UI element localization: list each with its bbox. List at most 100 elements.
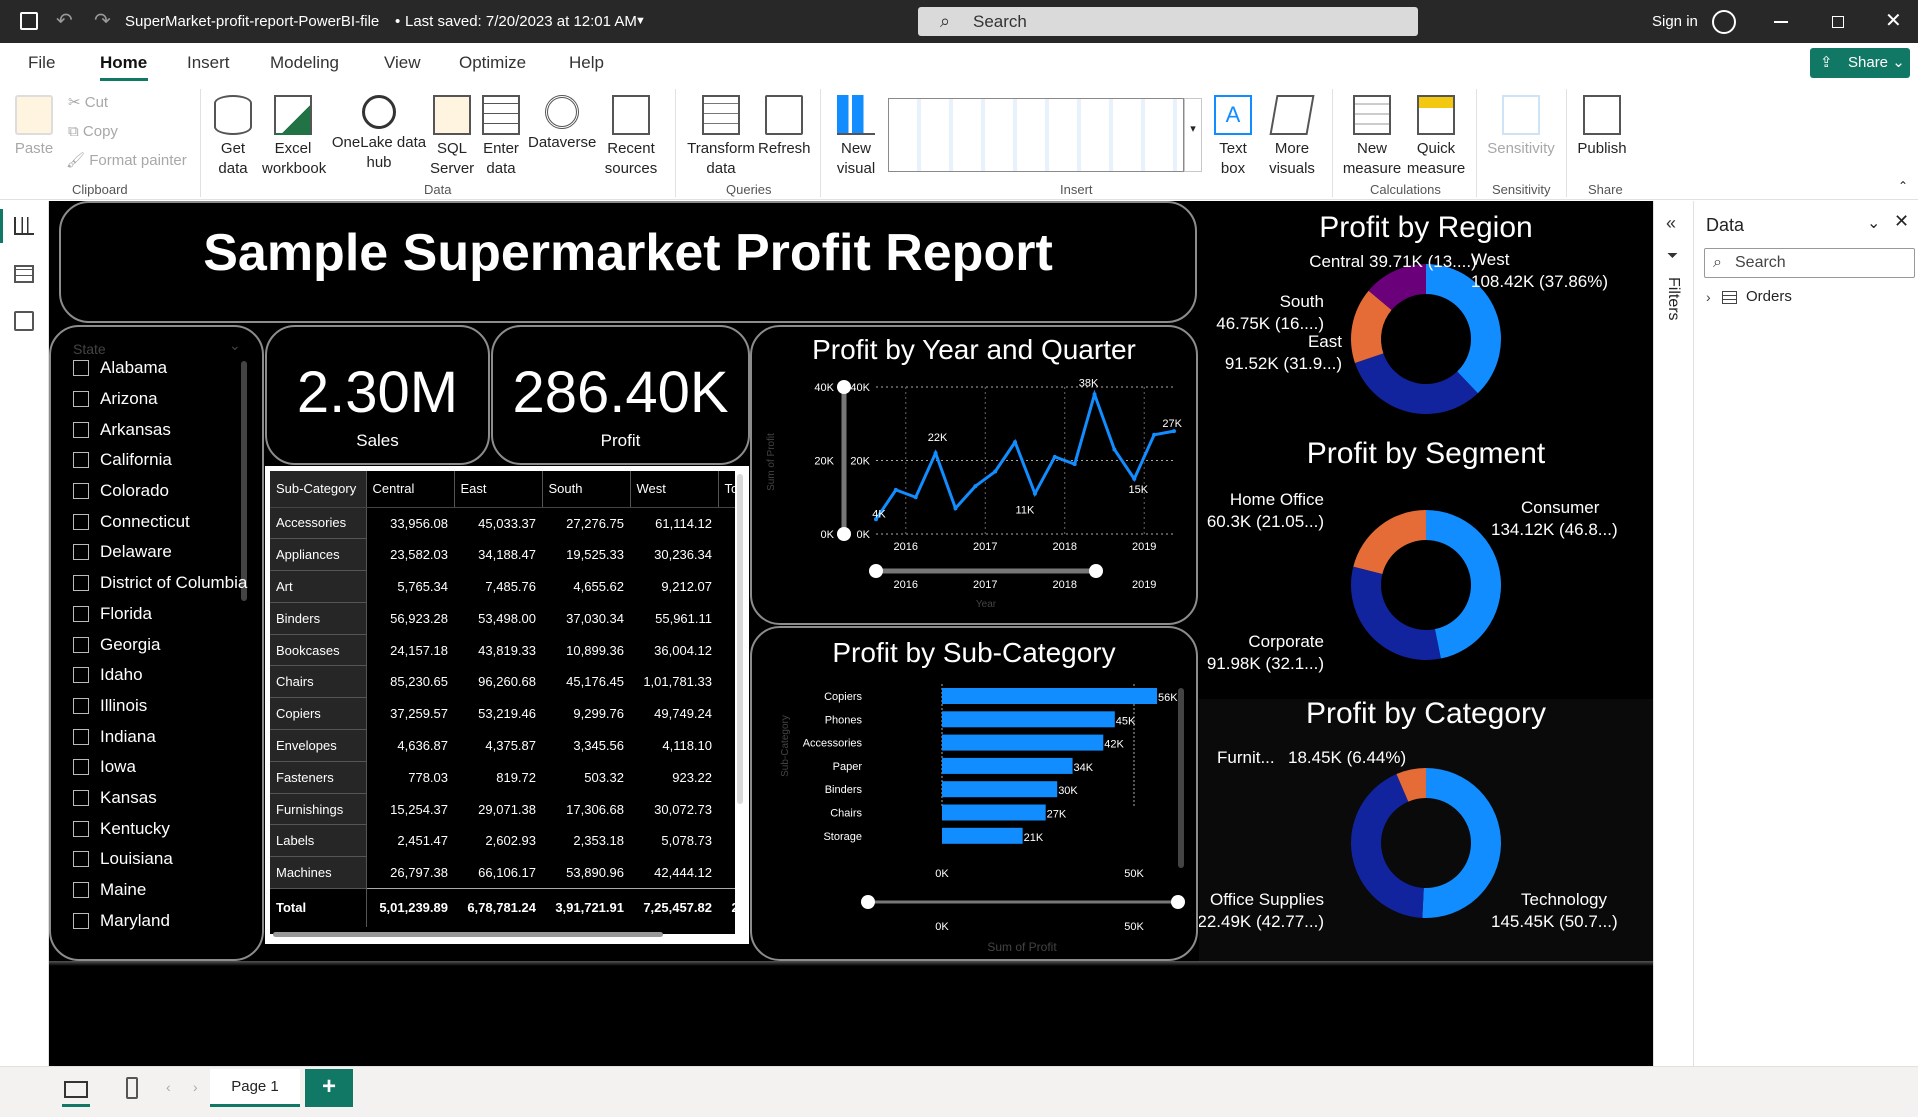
checkbox-icon[interactable]: [73, 513, 89, 530]
checkbox-icon[interactable]: [73, 667, 89, 684]
publish-button[interactable]: Publish: [1574, 95, 1630, 159]
mobile-layout-icon[interactable]: [126, 1077, 138, 1099]
add-page-button[interactable]: +: [305, 1069, 353, 1107]
state-option[interactable]: Connecticut: [73, 506, 253, 537]
checkbox-icon[interactable]: [73, 912, 89, 929]
bar[interactable]: [942, 734, 1104, 751]
search-input[interactable]: ⌕ Search: [918, 7, 1418, 36]
close-pane-icon[interactable]: ✕: [1894, 211, 1909, 232]
menu-insert[interactable]: Insert: [187, 53, 230, 73]
matrix-h-scrollbar[interactable]: [273, 932, 663, 937]
data-point[interactable]: [933, 451, 938, 456]
state-option[interactable]: Alabama: [73, 353, 253, 384]
matrix-column-header[interactable]: East: [454, 471, 543, 508]
format-painter-button[interactable]: 🖌 Format painter: [66, 151, 187, 171]
matrix-row[interactable]: Envelopes 4,636.87 4,375.87 3,345.56 4,118.1…: [270, 729, 735, 762]
dataverse-button[interactable]: Dataverse: [528, 95, 596, 153]
x-slider-handle[interactable]: [1171, 895, 1185, 909]
more-visuals-button[interactable]: More visuals: [1262, 95, 1322, 179]
redo-icon[interactable]: ↷: [94, 8, 111, 33]
sql-server-button[interactable]: SQL Server: [430, 95, 474, 179]
state-option[interactable]: Illinois: [73, 691, 253, 722]
state-option[interactable]: Idaho: [73, 660, 253, 691]
expand-filters-icon[interactable]: «: [1666, 213, 1676, 234]
checkbox-icon[interactable]: [73, 728, 89, 745]
data-point[interactable]: [1112, 447, 1117, 452]
share-button[interactable]: ⇪ Share ⌄: [1810, 48, 1910, 78]
line-series[interactable]: [874, 389, 1175, 521]
checkbox-icon[interactable]: [73, 452, 89, 469]
y-slider-handle[interactable]: [837, 380, 851, 394]
slicer-chevron-icon[interactable]: ⌄: [229, 337, 241, 354]
new-visual-button[interactable]: New visual: [832, 95, 880, 179]
menu-optimize[interactable]: Optimize: [459, 53, 526, 73]
matrix-row[interactable]: Fasteners 778.03 819.72 503.32 923.22: [270, 761, 735, 794]
table-view-icon[interactable]: [14, 265, 34, 283]
transform-data-button[interactable]: Transform data: [684, 95, 758, 179]
collapse-ribbon-icon[interactable]: ⌃: [1898, 179, 1908, 193]
text-box-button[interactable]: A Text box: [1206, 95, 1260, 179]
data-point[interactable]: [1072, 462, 1077, 467]
filters-label[interactable]: Filters: [1664, 277, 1682, 321]
state-option[interactable]: Arizona: [73, 384, 253, 415]
checkbox-icon[interactable]: [73, 575, 89, 592]
matrix-row[interactable]: Art 5,765.34 7,485.76 4,655.62 9,212.07: [270, 570, 735, 603]
checkbox-icon[interactable]: [73, 820, 89, 837]
paste-button[interactable]: Paste: [12, 95, 56, 159]
account-icon[interactable]: [1712, 10, 1736, 34]
next-page-icon[interactable]: ›: [193, 1079, 198, 1095]
close-icon[interactable]: ✕: [1885, 8, 1902, 33]
report-view-icon[interactable]: [14, 217, 34, 235]
matrix-column-header[interactable]: Sub-Category: [270, 471, 367, 508]
checkbox-icon[interactable]: [73, 360, 89, 377]
bar-chart[interactable]: Profit by Sub-Category Copiers 56K Phones 45…: [752, 628, 1196, 959]
bar[interactable]: [942, 688, 1158, 704]
onelake-data-hub-button[interactable]: OneLake data hub: [330, 95, 428, 173]
x-slider-handle[interactable]: [1089, 564, 1103, 578]
state-option[interactable]: District of Columbia: [73, 568, 253, 599]
menu-file[interactable]: File: [28, 53, 55, 73]
sign-in-button[interactable]: Sign in: [1652, 0, 1698, 43]
filters-pane[interactable]: « ⏷ Filters: [1653, 201, 1693, 1066]
visual-gallery[interactable]: [888, 98, 1184, 172]
state-option[interactable]: Georgia: [73, 629, 253, 660]
checkbox-icon[interactable]: [73, 882, 89, 899]
chevron-down-icon[interactable]: ▼: [635, 0, 646, 43]
state-option[interactable]: Iowa: [73, 752, 253, 783]
state-option[interactable]: Maine: [73, 875, 253, 906]
matrix-row[interactable]: Accessories 33,956.08 45,033.37 27,276.75 61…: [270, 507, 735, 540]
new-measure-button[interactable]: New measure: [1340, 95, 1404, 179]
donut-slice[interactable]: [1351, 566, 1441, 660]
matrix-row[interactable]: Machines 26,797.38 66,106.17 53,890.96 42,44…: [270, 856, 735, 890]
line-chart[interactable]: Profit by Year and Quarter 0K 0K 20K 20K 40K 4…: [752, 327, 1196, 623]
orders-table-item[interactable]: Orders: [1746, 288, 1792, 305]
state-option[interactable]: Colorado: [73, 476, 253, 507]
bar[interactable]: [942, 827, 1023, 844]
state-option[interactable]: Maryland: [73, 905, 253, 936]
data-point[interactable]: [1152, 432, 1157, 437]
state-slicer[interactable]: State ⌄ Alabama Arizona Arkansas California…: [49, 325, 264, 961]
matrix-body[interactable]: Sub-Category Central East South West To Access…: [270, 471, 735, 934]
model-view-icon[interactable]: [14, 311, 34, 331]
donut-slice[interactable]: [1353, 510, 1426, 574]
collapse-pane-icon[interactable]: ⌄: [1867, 213, 1880, 233]
matrix-column-header[interactable]: To: [718, 471, 735, 508]
matrix-column-header[interactable]: South: [542, 471, 631, 508]
save-icon[interactable]: [20, 12, 38, 30]
checkbox-icon[interactable]: [73, 697, 89, 714]
checkbox-icon[interactable]: [73, 421, 89, 438]
menu-home[interactable]: Home: [100, 53, 147, 73]
x-slider-handle[interactable]: [869, 564, 883, 578]
donut-charts[interactable]: Profit by Region West 108.42K (37.86%) East…: [1199, 201, 1653, 961]
donut-slice[interactable]: [1426, 510, 1502, 659]
matrix-row[interactable]: Binders 56,923.28 53,498.00 37,030.34 55,961…: [270, 602, 735, 635]
page-tab-1[interactable]: Page 1: [210, 1069, 300, 1107]
matrix-row[interactable]: Appliances 23,582.03 34,188.47 19,525.33 30,…: [270, 538, 735, 572]
state-option[interactable]: Arkansas: [73, 414, 253, 445]
state-option[interactable]: Kansas: [73, 783, 253, 814]
data-point[interactable]: [913, 495, 918, 500]
recent-sources-button[interactable]: Recent sources: [598, 95, 664, 179]
data-point[interactable]: [1052, 454, 1057, 459]
state-option[interactable]: Indiana: [73, 721, 253, 752]
excel-workbook-button[interactable]: Excel workbook: [262, 95, 326, 179]
